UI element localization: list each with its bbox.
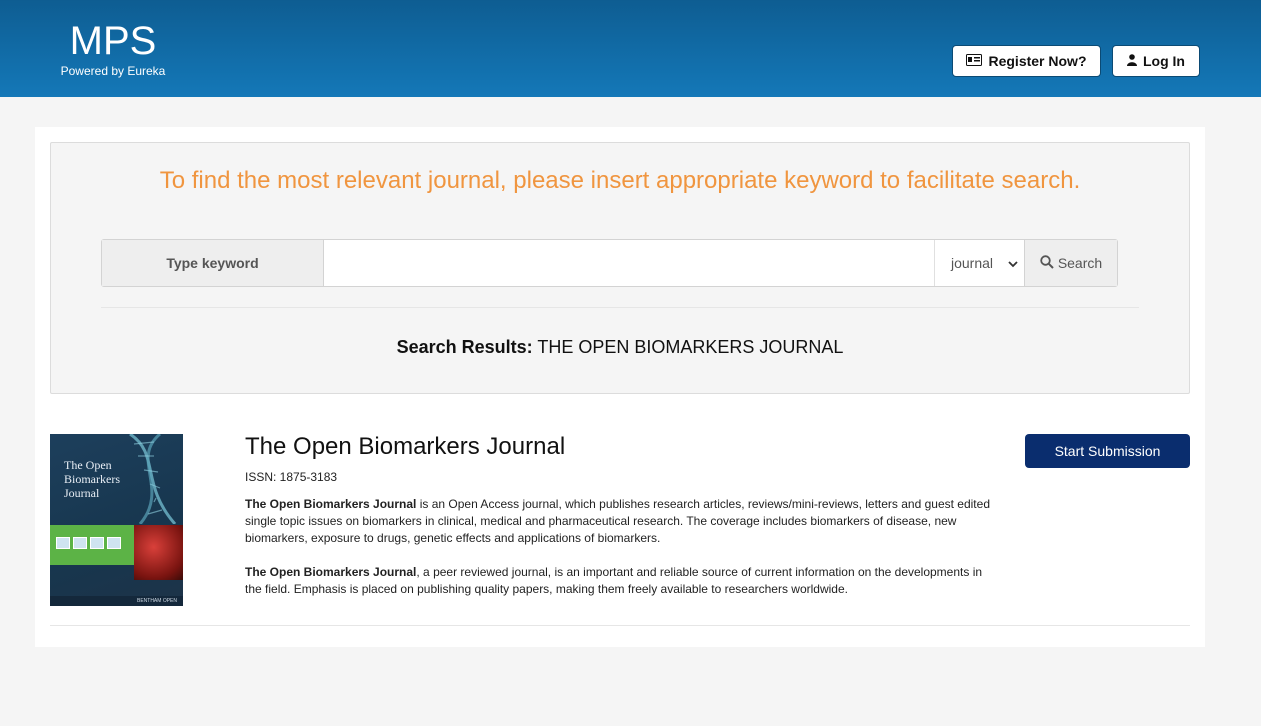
login-button[interactable]: Log In — [1112, 45, 1200, 77]
cover-title-line: The Open — [64, 458, 112, 472]
brand[interactable]: MPS Powered by Eureka — [60, 20, 166, 78]
cover-thumbnails — [56, 537, 121, 549]
results-query: THE OPEN BIOMARKERS JOURNAL — [537, 337, 844, 357]
search-icon — [1040, 254, 1054, 272]
keyword-label: Type keyword — [102, 240, 324, 286]
description-paragraph: The Open Biomarkers Journal is an Open A… — [245, 496, 995, 547]
search-button-label: Search — [1057, 255, 1103, 271]
keyword-input[interactable] — [324, 240, 934, 286]
search-type-select[interactable]: journal — [934, 240, 1024, 286]
journal-cover[interactable]: The Open Biomarkers Journal BENTHAM OPEN — [50, 434, 183, 606]
cover-title: The Open Biomarkers Journal — [64, 458, 120, 500]
cover-title-line: Journal — [64, 486, 100, 500]
chevron-down-icon — [1008, 255, 1018, 271]
journal-description: The Open Biomarkers Journal is an Open A… — [245, 496, 995, 615]
register-button[interactable]: Register Now? — [952, 45, 1101, 77]
search-prompt: To find the most relevant journal, pleas… — [159, 167, 1081, 194]
cover-thumbnail — [56, 537, 70, 549]
description-paragraph: The Open Biomarkers Journal, a peer revi… — [245, 564, 995, 598]
divider — [50, 625, 1190, 626]
search-bar: Type keyword journal Search — [101, 239, 1118, 287]
login-label: Log In — [1143, 53, 1185, 69]
user-icon — [1127, 53, 1137, 69]
search-results-heading: Search Results: THE OPEN BIOMARKERS JOUR… — [51, 337, 1189, 358]
description-bold: The Open Biomarkers Journal — [245, 497, 417, 511]
start-submission-button[interactable]: Start Submission — [1025, 434, 1190, 468]
top-header: MPS Powered by Eureka Register Now? Log … — [0, 0, 1261, 97]
description-bold: The Open Biomarkers Journal — [245, 565, 417, 579]
search-panel: To find the most relevant journal, pleas… — [50, 142, 1190, 394]
cover-thumbnail — [73, 537, 87, 549]
main-content: To find the most relevant journal, pleas… — [35, 127, 1205, 647]
journal-issn: ISSN: 1875-3183 — [245, 470, 338, 484]
results-label: Search Results: — [396, 337, 533, 357]
cover-thumbnail — [107, 537, 121, 549]
cover-footer: BENTHAM OPEN — [50, 596, 183, 606]
cover-thumbnail — [90, 537, 104, 549]
powered-by: Powered by Eureka — [60, 64, 166, 78]
cover-red-image — [134, 525, 183, 580]
register-label: Register Now? — [988, 53, 1087, 69]
id-card-icon — [966, 53, 983, 69]
journal-title[interactable]: The Open Biomarkers Journal — [245, 433, 565, 461]
cover-title-line: Biomarkers — [64, 472, 120, 486]
select-value: journal — [951, 255, 994, 271]
dna-graphic — [129, 434, 177, 524]
divider — [101, 307, 1139, 308]
logo[interactable]: MPS — [60, 20, 166, 62]
search-button[interactable]: Search — [1024, 240, 1117, 286]
